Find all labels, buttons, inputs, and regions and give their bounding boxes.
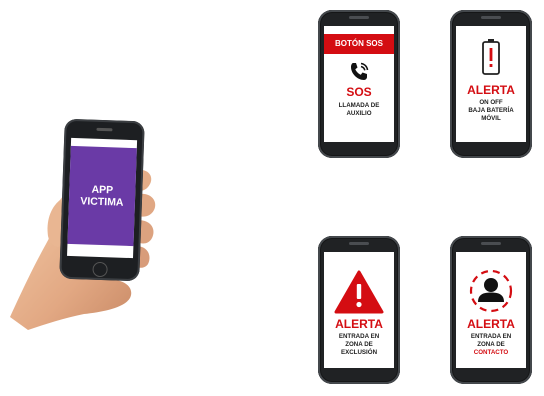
exclusion-alert-title: ALERTA bbox=[335, 317, 383, 331]
contact-sub-line3: CONTACTO bbox=[473, 349, 509, 356]
app-label-line2: VICTIMA bbox=[80, 195, 124, 209]
app-victima-button[interactable]: APP VICTIMA bbox=[67, 145, 137, 247]
person-zone-icon bbox=[456, 268, 526, 314]
battery-screen: ALERTA ON OFF BAJA BATERÍA MÓVIL bbox=[456, 26, 526, 142]
exclusion-sub-line1: ENTRADA EN bbox=[338, 333, 380, 340]
sos-button-header[interactable]: BOTÓN SOS bbox=[324, 34, 394, 54]
phone-speaker bbox=[96, 127, 113, 132]
battery-alert-card[interactable]: ALERTA ON OFF BAJA BATERÍA MÓVIL bbox=[450, 10, 532, 158]
exclusion-sub-line2: ZONA DE bbox=[345, 341, 373, 348]
exclusion-alert-subtitle: ENTRADA EN ZONA DE EXCLUSIÓN bbox=[324, 333, 394, 357]
phone-earpiece bbox=[481, 242, 501, 245]
phone-earpiece bbox=[481, 16, 501, 19]
home-button bbox=[92, 261, 108, 278]
contact-sub-line2: ZONA DE bbox=[477, 341, 505, 348]
exclusion-alert-card[interactable]: ALERTA ENTRADA EN ZONA DE EXCLUSIÓN bbox=[318, 236, 400, 384]
contact-screen: ALERTA ENTRADA EN ZONA DE CONTACTO bbox=[456, 252, 526, 368]
phone-screen: APP VICTIMA bbox=[67, 137, 138, 259]
sos-subtitle: LLAMADA DE AUXILIO bbox=[324, 102, 394, 118]
victim-app-phone: APP VICTIMA bbox=[59, 118, 145, 282]
sos-card[interactable]: BOTÓN SOS SOS LLAMADA DE AUXILIO bbox=[318, 10, 400, 158]
exclusion-sub-line3: EXCLUSIÓN bbox=[340, 349, 378, 356]
contact-alert-title: ALERTA bbox=[467, 317, 515, 331]
battery-sub-line3: MÓVIL bbox=[481, 115, 501, 122]
contact-alert-subtitle: ENTRADA EN ZONA DE CONTACTO bbox=[456, 333, 526, 357]
warning-triangle-icon bbox=[324, 270, 394, 314]
battery-alert-subtitle: ON OFF BAJA BATERÍA MÓVIL bbox=[456, 99, 526, 123]
phone-call-icon bbox=[324, 60, 394, 84]
app-label-line1: APP bbox=[91, 183, 114, 197]
sos-sub-line1: LLAMADA DE bbox=[338, 102, 380, 109]
phone-earpiece bbox=[349, 16, 369, 19]
hand-holding-phone: APP VICTIMA bbox=[6, 112, 176, 332]
sos-screen: BOTÓN SOS SOS LLAMADA DE AUXILIO bbox=[324, 26, 394, 142]
battery-alert-title: ALERTA bbox=[467, 83, 515, 97]
contact-alert-card[interactable]: ALERTA ENTRADA EN ZONA DE CONTACTO bbox=[450, 236, 532, 384]
exclusion-screen: ALERTA ENTRADA EN ZONA DE EXCLUSIÓN bbox=[324, 252, 394, 368]
sos-sub-line2: AUXILIO bbox=[346, 110, 372, 117]
contact-sub-line1: ENTRADA EN bbox=[470, 333, 512, 340]
phone-earpiece bbox=[349, 242, 369, 245]
sos-title: SOS bbox=[346, 85, 372, 99]
battery-sub-line1: ON OFF bbox=[479, 99, 503, 106]
illustration: APP VICTIMA BOTÓN SOS SOS LLAMADA DE AUX… bbox=[0, 0, 544, 396]
battery-sub-line2: BAJA BATERÍA bbox=[468, 107, 514, 114]
low-battery-icon bbox=[456, 38, 526, 76]
